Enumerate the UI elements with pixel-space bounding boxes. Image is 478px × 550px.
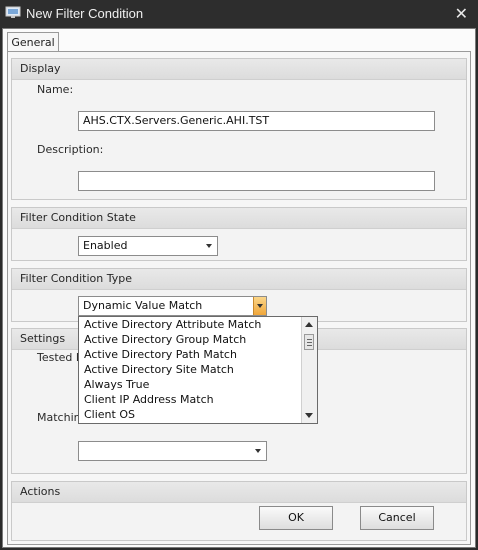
state-select[interactable]: Enabled	[78, 236, 218, 256]
title-bar: New Filter Condition ✕	[0, 0, 478, 28]
name-label: Name:	[37, 83, 74, 96]
state-select-value: Enabled	[83, 239, 128, 252]
list-item[interactable]: Active Directory Site Match	[79, 362, 317, 377]
type-select[interactable]: Dynamic Value Match	[78, 296, 267, 316]
display-header: Display	[12, 59, 466, 80]
chevron-down-icon	[206, 244, 212, 248]
description-field[interactable]	[78, 171, 435, 191]
list-item[interactable]: Active Directory Attribute Match	[79, 317, 317, 332]
description-label: Description:	[37, 143, 104, 156]
dropdown-scrollbar[interactable]	[301, 317, 317, 423]
grip-line	[307, 345, 312, 346]
list-item[interactable]: Always True	[79, 377, 317, 392]
grip-line	[307, 339, 312, 340]
type-dropdown-button[interactable]	[253, 297, 266, 315]
cancel-button[interactable]: Cancel	[360, 506, 434, 530]
grip-line	[307, 342, 312, 343]
type-header: Filter Condition Type	[12, 269, 466, 290]
state-header: Filter Condition State	[12, 208, 466, 229]
name-field[interactable]: AHS.CTX.Servers.Generic.AHI.TST	[78, 111, 435, 131]
tab-general[interactable]: General	[7, 32, 59, 52]
chevron-down-icon	[255, 449, 261, 453]
window-title: New Filter Condition	[26, 6, 144, 21]
type-select-value: Dynamic Value Match	[83, 299, 203, 312]
scroll-up-icon[interactable]	[305, 322, 313, 327]
ok-button[interactable]: OK	[259, 506, 333, 530]
close-icon[interactable]: ✕	[455, 4, 468, 23]
matching-select[interactable]	[78, 441, 267, 461]
list-item[interactable]: Client OS	[79, 407, 317, 422]
scroll-thumb[interactable]	[304, 334, 314, 350]
chevron-down-icon	[257, 304, 263, 308]
list-item[interactable]: Active Directory Group Match	[79, 332, 317, 347]
type-dropdown-list[interactable]: Active Directory Attribute Match Active …	[78, 316, 318, 424]
actions-header: Actions	[12, 482, 466, 503]
scroll-down-icon[interactable]	[305, 413, 313, 418]
monitor-icon	[5, 6, 21, 18]
dialog-body: General Display Filter Condition State F…	[2, 28, 476, 548]
list-item[interactable]: Client IP Address Match	[79, 392, 317, 407]
list-item[interactable]: Active Directory Path Match	[79, 347, 317, 362]
